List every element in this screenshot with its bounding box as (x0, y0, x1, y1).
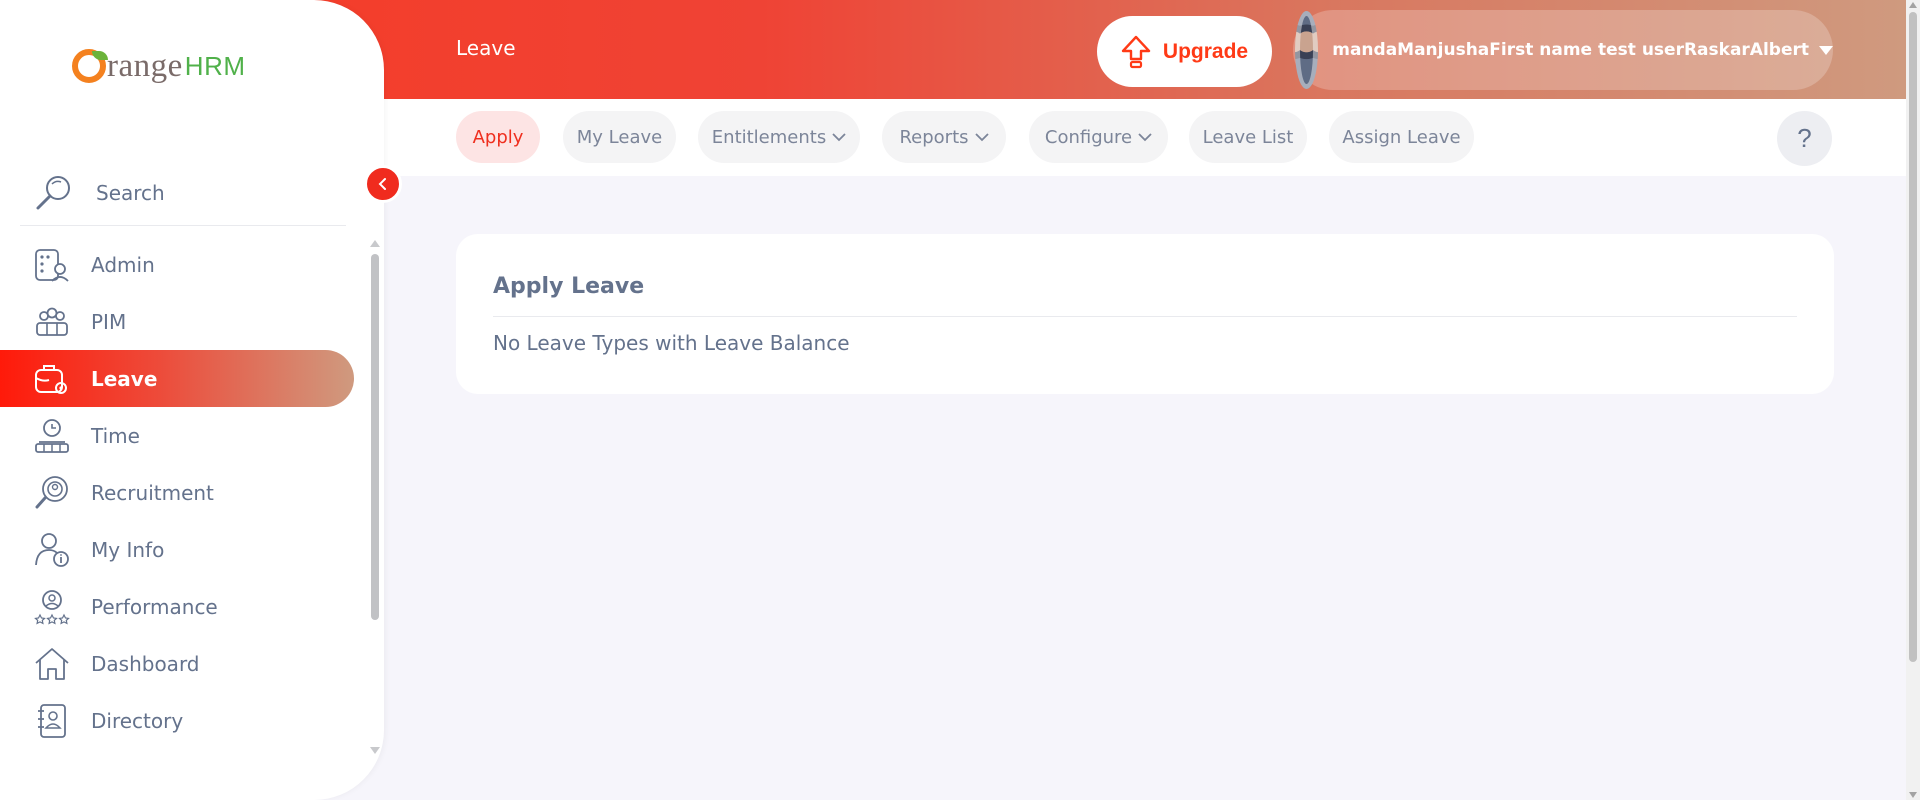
card-title: Apply Leave (493, 274, 645, 299)
search-icon (36, 175, 70, 209)
no-leave-types-message: No Leave Types with Leave Balance (493, 331, 850, 355)
scroll-down-icon[interactable] (1909, 792, 1917, 798)
tab-my-leave[interactable]: My Leave (563, 111, 676, 163)
orange-logo-icon (72, 49, 108, 83)
logo-hrm-text: HRM (184, 51, 246, 81)
dashboard-icon (35, 647, 69, 680)
sidebar-item-leave[interactable]: Leave (0, 350, 354, 407)
avatar (1295, 11, 1319, 89)
sidebar-item-directory[interactable]: Directory (0, 692, 354, 749)
tab-leave-list[interactable]: Leave List (1189, 111, 1307, 163)
upgrade-arrow-icon (1121, 35, 1151, 68)
performance-icon (34, 589, 70, 625)
sidebar-item-label: Time (91, 423, 140, 448)
tab-label: Entitlements (711, 126, 827, 148)
sidebar-item-admin[interactable]: Admin (0, 236, 354, 293)
tab-reports[interactable]: Reports (882, 111, 1006, 163)
apply-leave-card: Apply Leave No Leave Types with Leave Ba… (456, 234, 1834, 394)
time-icon (35, 418, 69, 453)
scroll-up-icon[interactable] (1909, 2, 1917, 8)
sidebar-item-time[interactable]: Time (0, 407, 354, 464)
sidebar-scroll-thumb[interactable] (371, 254, 379, 620)
scroll-down-icon[interactable] (370, 747, 380, 754)
sidebar-item-label: PIM (91, 309, 127, 334)
sidebar-search[interactable]: Search (20, 160, 346, 226)
sidebar-item-label: Admin (91, 252, 155, 277)
page-scroll-thumb[interactable] (1909, 12, 1917, 662)
recruitment-icon (35, 475, 68, 508)
tab-entitlements[interactable]: Entitlements (698, 111, 860, 163)
leave-icon (35, 364, 67, 394)
user-name: mandaManjushaFirst name test userRaskarA… (1332, 40, 1809, 60)
help-button[interactable]: ? (1777, 111, 1832, 166)
tab-label: Assign Leave (1342, 126, 1461, 148)
tab-label: My Leave (576, 126, 663, 148)
tab-configure[interactable]: Configure (1029, 111, 1168, 163)
sidebar-item-label: Performance (91, 594, 218, 619)
chevron-left-icon (378, 178, 386, 190)
sidebar-item-label: Leave (91, 366, 158, 391)
tab-label: Leave List (1202, 126, 1294, 148)
sidebar-item-dashboard[interactable]: Dashboard (0, 635, 354, 692)
chevron-down-icon (832, 133, 846, 142)
page-title: Leave (456, 36, 516, 60)
user-dropdown[interactable]: mandaManjushaFirst name test userRaskarA… (1293, 10, 1833, 90)
logo-text: range (107, 48, 183, 84)
sidebar-item-pim[interactable]: PIM (0, 293, 354, 350)
scroll-up-icon[interactable] (370, 240, 380, 247)
sidebar-item-label: Recruitment (91, 480, 214, 505)
upgrade-button[interactable]: Upgrade (1097, 16, 1272, 87)
upgrade-label: Upgrade (1162, 39, 1249, 63)
chevron-down-icon (1138, 133, 1152, 142)
sidebar-item-label: Dashboard (91, 651, 200, 676)
tab-label: Reports (899, 126, 969, 148)
sidebar-item-label: My Info (91, 537, 165, 562)
caret-down-icon (1819, 45, 1833, 55)
search-placeholder: Search (96, 180, 165, 205)
pim-icon (36, 307, 68, 336)
sidebar-scrollbar[interactable] (370, 238, 380, 756)
tab-assign-leave[interactable]: Assign Leave (1329, 111, 1474, 163)
directory-icon (38, 703, 66, 738)
admin-icon (35, 248, 69, 282)
orangehrm-logo[interactable]: range HRM (72, 48, 246, 85)
sidebar-menu: Admin PIM Leave Time Recruitment My Info… (0, 236, 360, 749)
chevron-down-icon (974, 133, 989, 142)
tab-label: Configure (1044, 126, 1133, 148)
sidebar-item-my-info[interactable]: My Info (0, 521, 354, 578)
sidebar-item-recruitment[interactable]: Recruitment (0, 464, 354, 521)
sidebar-item-performance[interactable]: Performance (0, 578, 354, 635)
card-divider (493, 316, 1797, 317)
sidebar-collapse-button[interactable] (364, 165, 402, 203)
tab-apply[interactable]: Apply (456, 111, 540, 163)
my-info-icon (35, 532, 69, 567)
page-scrollbar[interactable] (1906, 0, 1920, 800)
sidebar-item-label: Directory (91, 708, 184, 733)
tab-label: Apply (472, 126, 524, 148)
sidebar: range HRM Search Admin PIM Leave Time Re… (0, 0, 384, 800)
